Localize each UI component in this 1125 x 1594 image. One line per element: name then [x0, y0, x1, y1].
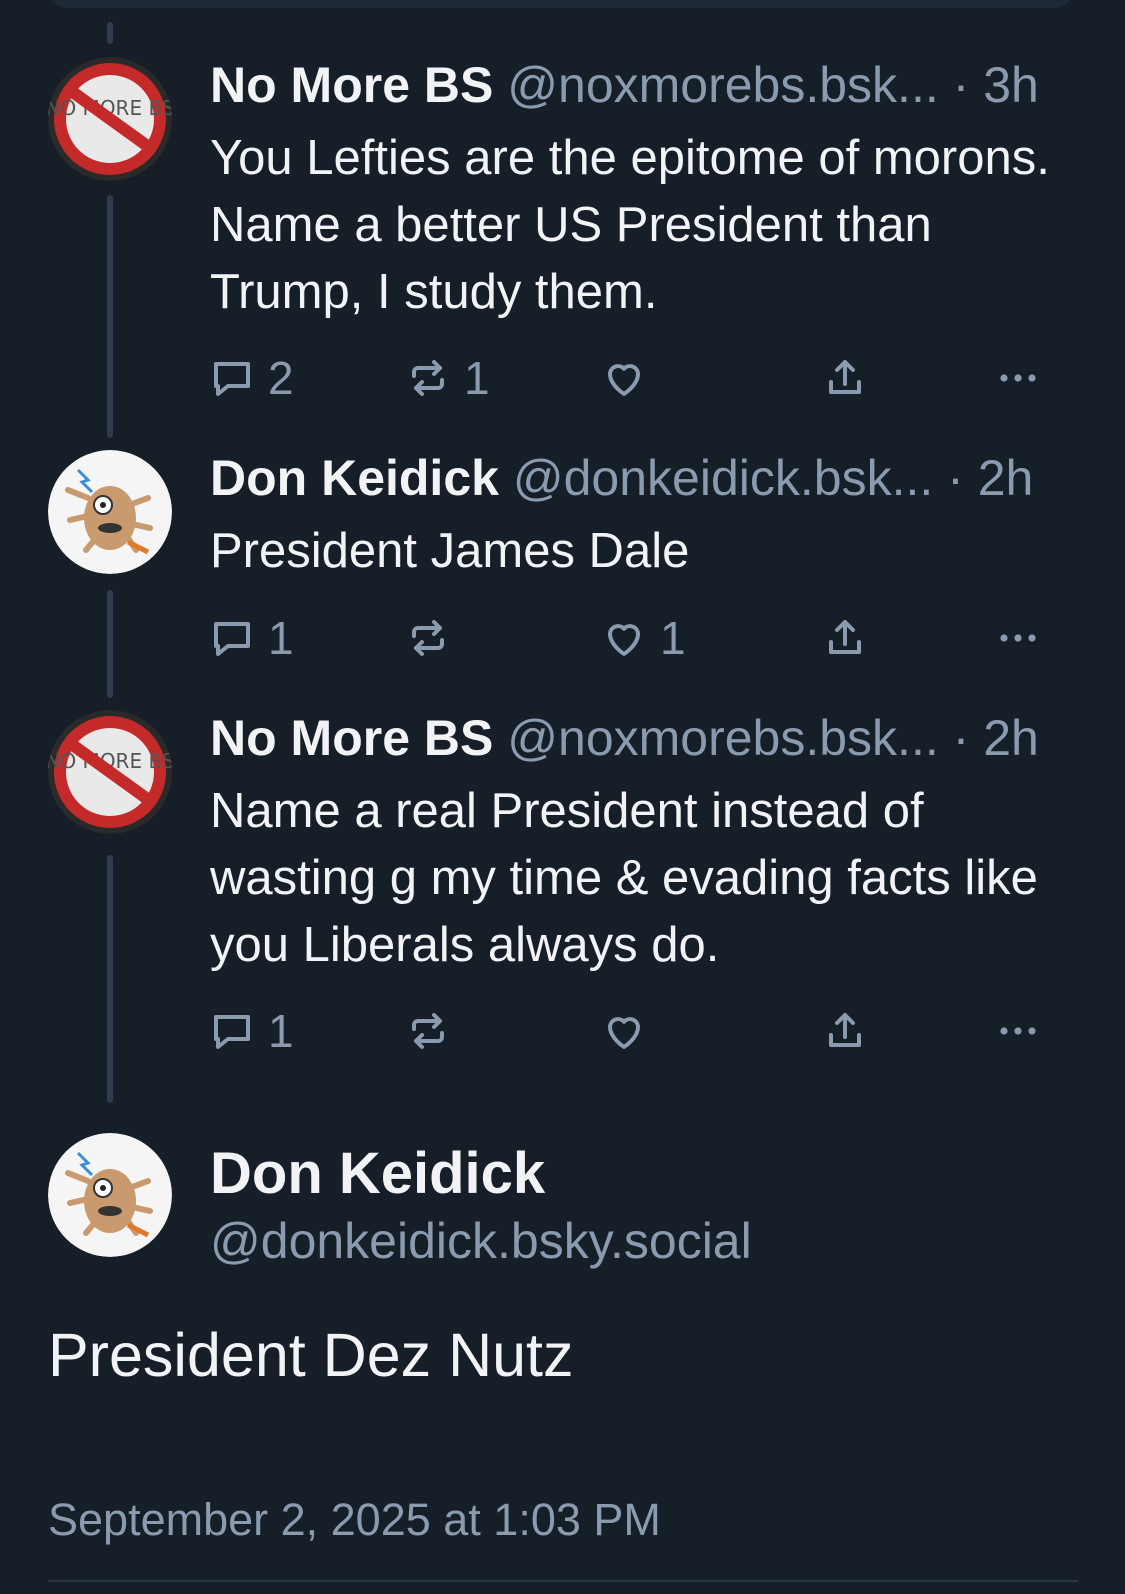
reply-count: 1 — [268, 612, 294, 664]
post-time: · 3h — [952, 57, 1039, 113]
share-button[interactable] — [821, 1003, 869, 1059]
top-card-edge — [48, 0, 1074, 8]
reply-icon — [214, 622, 250, 656]
no-bs-avatar-icon: NO MORE BS — [48, 710, 172, 834]
cartoon-creature-avatar-icon — [48, 1133, 172, 1257]
author-handle[interactable]: @noxmorebs.bsk... — [507, 57, 938, 113]
more-icon — [1000, 374, 1036, 382]
thread-post[interactable]: Don Keidick @donkeidick.bsk... · 2h Pres… — [210, 448, 1080, 585]
thread-line — [107, 22, 113, 44]
like-button[interactable] — [600, 350, 660, 406]
repost-button[interactable] — [404, 1003, 464, 1059]
post-time: · 2h — [947, 450, 1034, 506]
reply-button[interactable]: 2 — [208, 350, 294, 406]
more-options-button[interactable] — [994, 350, 1042, 406]
post-header: No More BS @noxmorebs.bsk... · 2h — [210, 708, 1080, 768]
thread-line — [107, 195, 113, 438]
thread-line — [107, 590, 113, 698]
post-header: Don Keidick @donkeidick.bsk... · 2h — [210, 448, 1080, 508]
author-name[interactable]: No More BS — [210, 710, 493, 766]
main-author-name[interactable]: Don Keidick — [210, 1140, 545, 1207]
main-author-handle[interactable]: @donkeidick.bsky.social — [210, 1212, 752, 1270]
main-post-text: President Dez Nutz — [48, 1321, 574, 1389]
reply-count: 1 — [268, 1005, 294, 1057]
more-icon — [1000, 1027, 1036, 1035]
repost-count: 1 — [464, 352, 490, 404]
post-text: President James Dale — [210, 524, 690, 578]
reply-icon — [214, 1015, 250, 1049]
avatar[interactable]: NO MORE BS — [48, 57, 172, 181]
post-timestamp: September 2, 2025 at 1:03 PM — [48, 1494, 661, 1545]
post-text: You Lefties are the epitome of morons. N… — [210, 131, 1050, 319]
post-actions: 2 1 — [208, 350, 1078, 406]
post-time: · 2h — [952, 710, 1039, 766]
repost-button[interactable] — [404, 610, 464, 666]
thread-post[interactable]: No More BS @noxmorebs.bsk... · 2h Name a… — [210, 708, 1080, 979]
repost-icon — [412, 620, 444, 656]
repost-button[interactable]: 1 — [404, 350, 490, 406]
reply-button[interactable]: 1 — [208, 610, 294, 666]
more-options-button[interactable] — [994, 610, 1042, 666]
repost-icon — [412, 1013, 444, 1049]
share-button[interactable] — [821, 350, 869, 406]
repost-icon — [412, 360, 444, 396]
heart-icon — [608, 624, 640, 656]
like-button[interactable] — [600, 1003, 660, 1059]
more-options-button[interactable] — [994, 1003, 1042, 1059]
like-count: 1 — [660, 612, 686, 664]
heart-icon — [608, 1017, 640, 1049]
share-button[interactable] — [821, 610, 869, 666]
author-name[interactable]: Don Keidick — [210, 450, 499, 506]
post-text: Name a real President instead of wasting… — [210, 784, 1038, 972]
divider — [48, 1580, 1078, 1582]
thread-line — [107, 855, 113, 1103]
like-button[interactable]: 1 — [600, 610, 686, 666]
reply-button[interactable]: 1 — [208, 1003, 294, 1059]
reply-count: 2 — [268, 352, 294, 404]
post-actions: 1 1 — [208, 610, 1078, 666]
avatar[interactable]: NO MORE BS — [48, 710, 172, 834]
author-handle[interactable]: @noxmorebs.bsk... — [507, 710, 938, 766]
author-name[interactable]: No More BS — [210, 57, 493, 113]
no-bs-avatar-icon: NO MORE BS — [48, 57, 172, 181]
cartoon-creature-avatar-icon — [48, 450, 172, 574]
reply-icon — [214, 362, 250, 396]
author-handle[interactable]: @donkeidick.bsk... — [513, 450, 933, 506]
share-icon — [829, 1013, 861, 1047]
post-header: No More BS @noxmorebs.bsk... · 3h — [210, 55, 1080, 115]
heart-icon — [608, 364, 640, 396]
thread-post[interactable]: No More BS @noxmorebs.bsk... · 3h You Le… — [210, 55, 1080, 326]
share-icon — [829, 360, 861, 394]
avatar[interactable] — [48, 450, 172, 574]
post-actions: 1 — [208, 1003, 1078, 1059]
avatar[interactable] — [48, 1133, 172, 1257]
more-icon — [1000, 634, 1036, 642]
share-icon — [829, 620, 861, 654]
